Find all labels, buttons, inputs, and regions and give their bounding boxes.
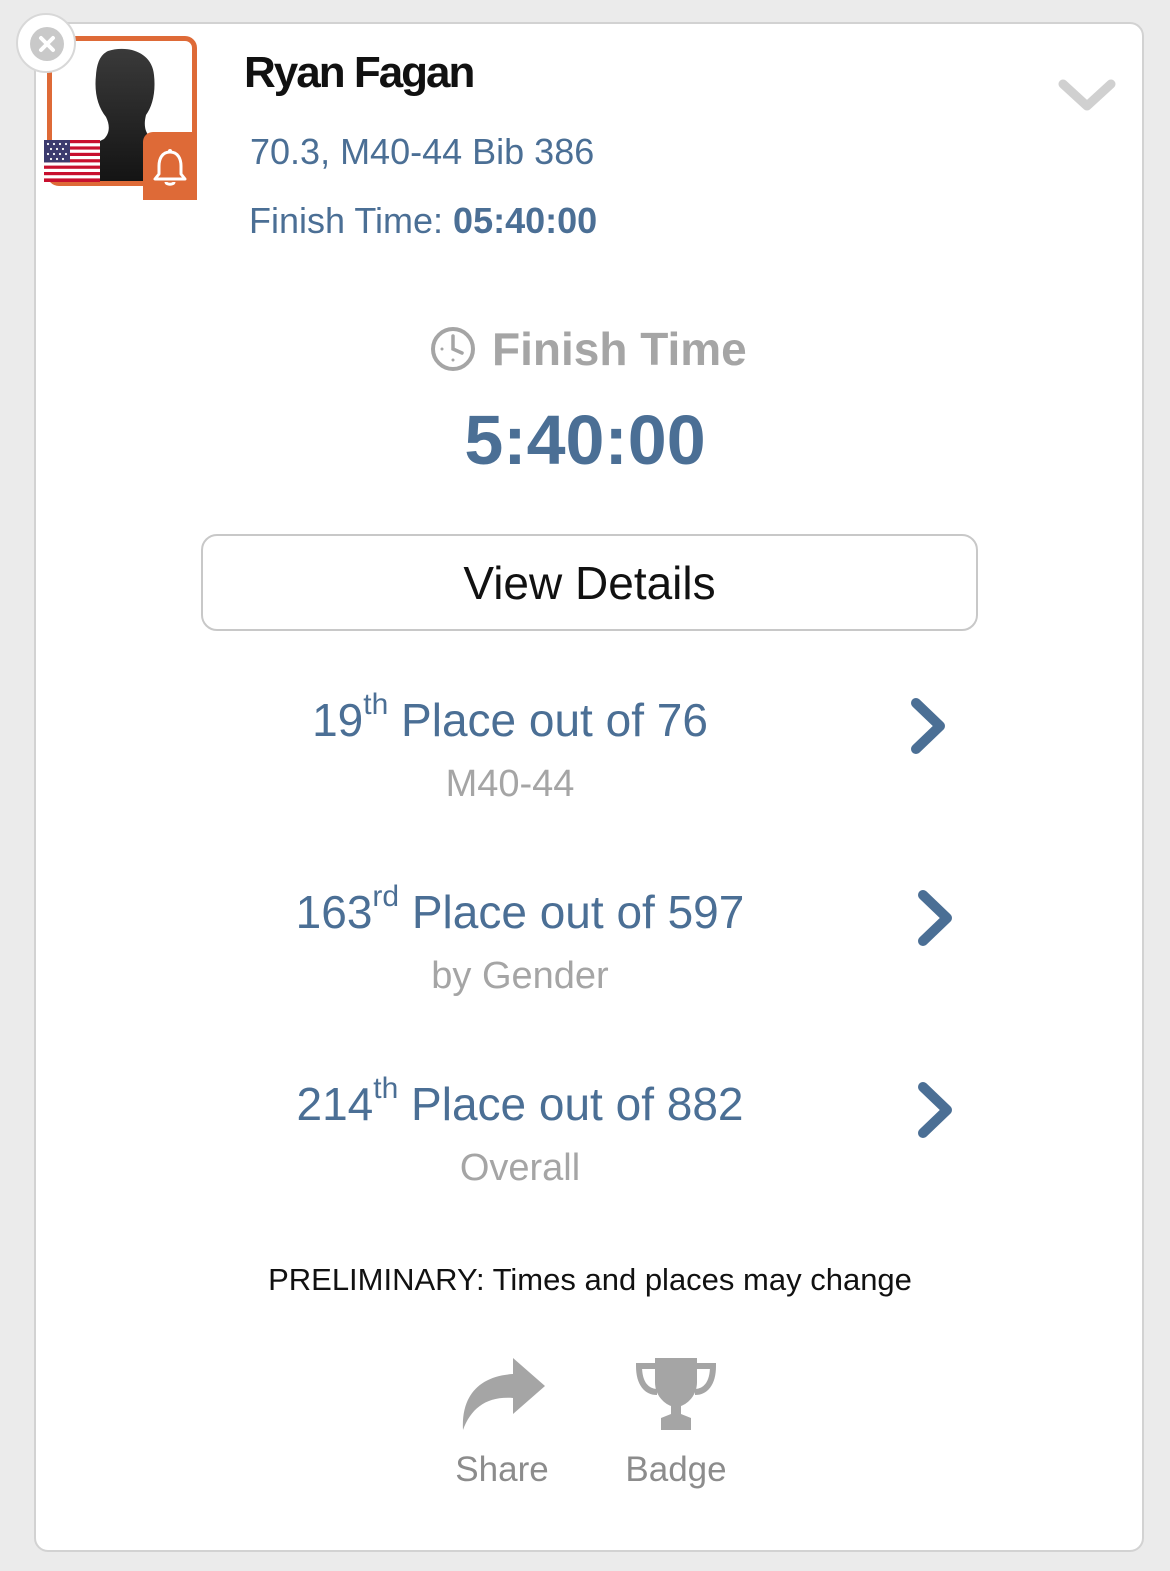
- placement-out-of: Place out of 76: [388, 694, 708, 746]
- collapse-button[interactable]: [1058, 76, 1116, 121]
- finish-time-big: 5:40:00: [464, 401, 706, 479]
- placement-row-division[interactable]: 19th Place out of 76 M40-44: [200, 690, 1000, 823]
- placement-number: 19: [312, 694, 364, 746]
- share-icon: [462, 1358, 545, 1430]
- placement-suffix: rd: [372, 880, 400, 913]
- athlete-name: Ryan Fagan: [244, 48, 475, 97]
- placement-category: Overall: [459, 1147, 581, 1189]
- close-icon: [30, 27, 64, 61]
- finish-time-value: 05:40:00: [453, 200, 598, 241]
- view-details-button[interactable]: View Details: [201, 534, 978, 631]
- athlete-division-bib: 70.3, M40-44 Bib 386: [250, 131, 595, 172]
- finish-time-summary: Finish Time: 05:40:00: [249, 200, 597, 242]
- preliminary-disclaimer: PRELIMINARY: Times and places may change: [268, 1262, 912, 1297]
- finish-time-heading: Finish Time: [430, 322, 747, 376]
- finish-time-label: Finish Time:: [249, 200, 454, 241]
- placement-number: 214: [296, 1078, 374, 1130]
- us-flag-icon: [44, 140, 100, 182]
- chevron-right-icon: [918, 890, 952, 946]
- follow-alert-button[interactable]: [143, 132, 197, 200]
- chevron-right-icon: [918, 1082, 952, 1138]
- bell-icon: [153, 149, 187, 186]
- remove-athlete-button[interactable]: [16, 13, 76, 73]
- clock-icon: [431, 327, 475, 371]
- chevron-right-icon: [911, 698, 945, 754]
- placement-suffix: th: [373, 1072, 399, 1105]
- chevron-down-icon: [1058, 79, 1116, 111]
- placement-out-of: Place out of 597: [399, 886, 745, 938]
- badge-label: Badge: [625, 1450, 727, 1489]
- placement-text: 214th Place out of 882: [200, 1074, 840, 1131]
- placement-text: 163rd Place out of 597: [200, 882, 840, 939]
- badge-button[interactable]: Badge: [606, 1356, 746, 1490]
- placement-suffix: th: [363, 688, 389, 721]
- placement-category: by Gender: [431, 955, 609, 997]
- share-button[interactable]: Share: [432, 1356, 572, 1490]
- finish-time-heading-label: Finish Time: [492, 323, 747, 375]
- placement-row-overall[interactable]: 214th Place out of 882 Overall: [200, 1074, 1000, 1207]
- trophy-icon: [635, 1358, 717, 1430]
- placement-out-of: Place out of 882: [398, 1078, 744, 1130]
- placement-text: 19th Place out of 76: [190, 690, 830, 747]
- share-label: Share: [455, 1450, 549, 1489]
- placement-number: 163: [295, 886, 373, 938]
- placement-row-gender[interactable]: 163rd Place out of 597 by Gender: [200, 882, 1000, 1015]
- placement-category: M40-44: [445, 763, 575, 805]
